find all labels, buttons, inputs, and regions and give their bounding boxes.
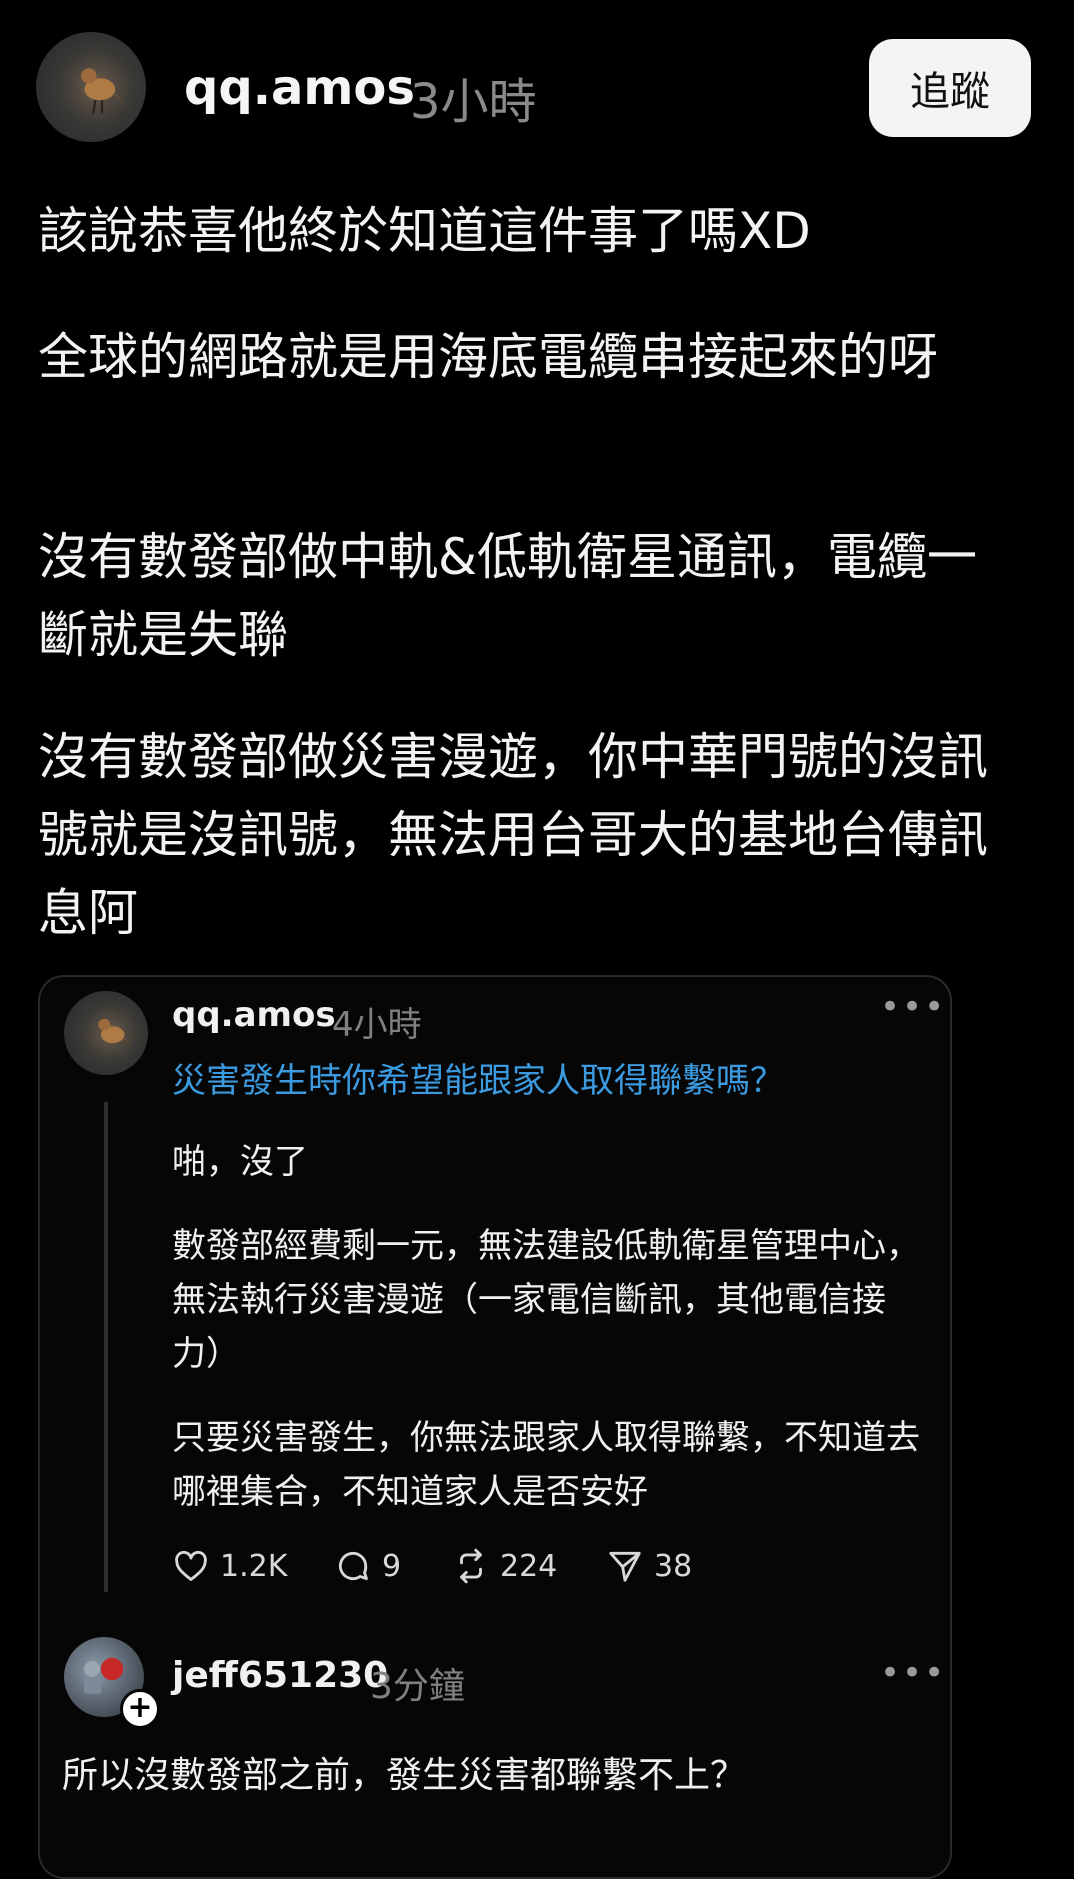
thread-line (104, 1102, 108, 1592)
send-icon (609, 1551, 641, 1582)
comment-icon (338, 1551, 368, 1581)
quoted-paragraph: 只要災害發生，你無法跟家人取得聯繫，不知道去哪裡集合，不知道家人是否安好 (172, 1418, 920, 1512)
repost-icon (460, 1548, 482, 1584)
quoted-paragraph: 啪，沒了 (172, 1142, 308, 1182)
post-paragraph: 沒有數發部做中軌&低軌衛星通訊，電纜一斷就是失聯 (38, 528, 977, 664)
quoted-timestamp: 4小時 (332, 1005, 422, 1045)
quoted-topic-link[interactable]: 災害發生時你希望能跟家人取得聯繫嗎？ (172, 1053, 784, 1102)
heart-icon (175, 1550, 207, 1581)
reply-author-username[interactable]: jeff651230 (172, 1655, 388, 1696)
repost-count: 224 (500, 1548, 558, 1584)
post-author-username[interactable]: qq.amos (184, 60, 415, 116)
post-paragraph: 該說恭喜他終於知道這件事了嗎XD (38, 202, 811, 260)
post-paragraph: 沒有數發部做災害漫遊，你中華門號的沒訊號就是沒訊號，無法用台哥大的基地台傳訊息阿 (38, 728, 988, 942)
reply-text: 所以沒數發部之前，發生災害都聯繫不上？ (62, 1755, 747, 1796)
share-count: 38 (654, 1548, 693, 1584)
more-options-icon[interactable]: ••• (880, 1653, 946, 1693)
post-author-avatar[interactable] (36, 32, 146, 142)
bird-photo-icon (98, 1018, 133, 1049)
post-paragraph: 全球的網路就是用海底電纜串接起來的呀 (38, 328, 938, 386)
reply-button[interactable]: 9 (334, 1547, 401, 1585)
follow-button[interactable]: 追蹤 (869, 39, 1031, 137)
quoted-author-avatar[interactable] (64, 991, 148, 1075)
reply-count: 9 (382, 1548, 402, 1584)
reply-timestamp: 3分鐘 (370, 1666, 465, 1707)
follow-plus-icon[interactable]: + (120, 1689, 160, 1729)
like-button[interactable]: 1.2K (172, 1547, 287, 1585)
share-button[interactable]: 38 (606, 1547, 692, 1585)
quoted-author-username[interactable]: qq.amos (172, 995, 336, 1035)
quoted-paragraph: 數發部經費剩一元，無法建設低軌衛星管理中心，無法執行災害漫遊（一家電信斷訊，其他… (172, 1226, 920, 1374)
post-timestamp: 3小時 (410, 74, 537, 130)
like-count: 1.2K (220, 1548, 288, 1584)
more-options-icon[interactable]: ••• (880, 987, 946, 1027)
quoted-post-card[interactable]: qq.amos 4小時 ••• 災害發生時你希望能跟家人取得聯繫嗎？ 啪，沒了 … (38, 975, 952, 1879)
bird-photo-icon (81, 68, 127, 114)
repost-button[interactable]: 224 (452, 1547, 557, 1585)
